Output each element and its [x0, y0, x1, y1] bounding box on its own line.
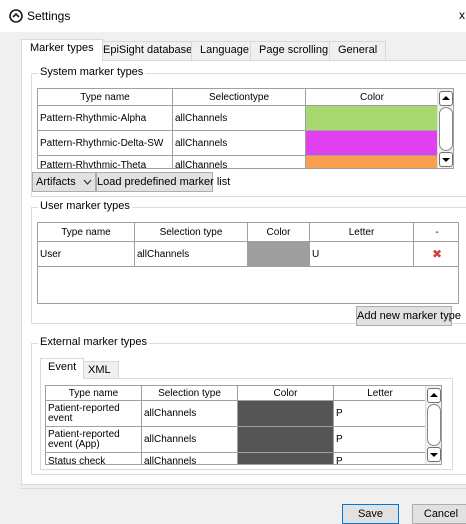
external-marker-types-label: External marker types [38, 336, 149, 348]
color-cell[interactable] [306, 156, 439, 168]
external-marker-table: Type name Selection type Color Letter Pa… [45, 385, 442, 465]
letter-cell[interactable]: P [334, 453, 427, 464]
table-row[interactable]: Patient-reported event allChannels P [46, 401, 427, 427]
type-name-cell[interactable]: Pattern-Rhythmic-Delta-SW [38, 131, 173, 156]
scroll-thumb[interactable] [427, 404, 441, 446]
selection-type-cell[interactable]: allChannels [142, 453, 238, 464]
type-name-cell[interactable]: User [38, 242, 135, 267]
chevron-up-icon [442, 96, 450, 100]
load-predefined-button[interactable]: Load predefined marker list [96, 172, 230, 192]
subtab-xml[interactable]: XML [80, 361, 119, 379]
scroll-up-button[interactable] [439, 91, 453, 106]
selection-type-cell[interactable]: allChannels [173, 106, 306, 131]
table-row[interactable]: Pattern-Rhythmic-Alpha allChannels [38, 106, 439, 131]
external-table-scrollbar[interactable] [425, 386, 441, 464]
type-name-cell[interactable]: Status check [46, 453, 142, 464]
column-header-letter[interactable]: Letter [334, 386, 427, 401]
scroll-thumb[interactable] [439, 107, 453, 151]
add-new-marker-type-button[interactable]: Add new marker type [356, 306, 461, 326]
type-name-cell[interactable]: Pattern-Rhythmic-Alpha [38, 106, 173, 131]
system-table-scrollbar[interactable] [437, 89, 453, 168]
type-name-cell[interactable]: Patient-reported event (App) [46, 427, 142, 453]
selection-type-cell[interactable]: allChannels [142, 401, 238, 427]
column-header-type-name[interactable]: Type name [38, 223, 135, 242]
tab-episight-database[interactable]: EpiSight database [94, 41, 202, 60]
type-name-cell[interactable]: Pattern-Rhythmic-Theta [38, 156, 173, 168]
chevron-down-icon [430, 453, 438, 457]
delete-icon[interactable]: ✖ [414, 242, 458, 267]
column-header-color[interactable]: Color [306, 89, 439, 106]
selection-type-cell[interactable]: allChannels [135, 242, 248, 267]
table-header-row: Type name Selectiontype Color [38, 89, 439, 106]
color-cell[interactable] [238, 427, 334, 453]
column-header-type-name[interactable]: Type name [46, 386, 142, 401]
settings-app-icon [9, 9, 23, 23]
chevron-up-icon [430, 393, 438, 397]
tab-marker-types[interactable]: Marker types [21, 39, 103, 61]
table-header-row: Type name Selection type Color Letter [46, 386, 427, 401]
column-header-delete[interactable]: - [414, 223, 458, 242]
chevron-down-icon [442, 158, 450, 162]
subtab-event[interactable]: Event [40, 358, 85, 379]
close-icon[interactable]: x [459, 8, 465, 22]
column-header-selection-type[interactable]: Selectiontype [173, 89, 306, 106]
window-title: Settings [27, 9, 71, 23]
type-name-cell[interactable]: Patient-reported event [46, 401, 142, 427]
save-button[interactable]: Save [342, 504, 399, 524]
table-row[interactable]: Status check allChannels P [46, 453, 427, 464]
scroll-up-button[interactable] [427, 388, 441, 403]
color-cell[interactable] [238, 453, 334, 464]
selection-type-cell[interactable]: allChannels [142, 427, 238, 453]
table-header-row: Type name Selection type Color Letter - [38, 223, 458, 242]
selection-type-cell[interactable]: allChannels [173, 156, 306, 168]
scroll-down-button[interactable] [427, 447, 441, 462]
letter-cell[interactable]: P [334, 401, 427, 427]
column-header-color[interactable]: Color [238, 386, 334, 401]
table-row[interactable]: Patient-reported event (App) allChannels… [46, 427, 427, 453]
tab-page-scrolling[interactable]: Page scrolling [250, 41, 338, 60]
chevron-down-icon [83, 179, 92, 185]
column-header-type-name[interactable]: Type name [38, 89, 173, 106]
marker-category-dropdown[interactable]: Artifacts [32, 172, 96, 192]
table-row[interactable]: User allChannels U ✖ [38, 242, 458, 267]
column-header-selection-type[interactable]: Selection type [142, 386, 238, 401]
scroll-down-button[interactable] [439, 152, 453, 167]
color-cell[interactable] [306, 106, 439, 131]
dropdown-value: Artifacts [36, 176, 76, 188]
title-bar: Settings x [0, 0, 466, 32]
user-marker-table: Type name Selection type Color Letter - … [37, 222, 459, 304]
letter-cell[interactable]: P [334, 427, 427, 453]
column-header-selection-type[interactable]: Selection type [135, 223, 248, 242]
tab-general[interactable]: General [329, 41, 387, 60]
table-row[interactable]: Pattern-Rhythmic-Theta allChannels [38, 156, 439, 168]
selection-type-cell[interactable]: allChannels [173, 131, 306, 156]
user-marker-types-label: User marker types [38, 200, 132, 212]
column-header-letter[interactable]: Letter [310, 223, 414, 242]
system-marker-types-label: System marker types [38, 66, 146, 78]
cancel-button[interactable]: Cancel [412, 504, 466, 524]
footer-divider [21, 488, 466, 489]
color-cell[interactable] [248, 242, 310, 267]
letter-cell[interactable]: U [310, 242, 414, 267]
tab-language[interactable]: Language [191, 41, 258, 60]
table-row[interactable]: Pattern-Rhythmic-Delta-SW allChannels [38, 131, 439, 156]
color-cell[interactable] [306, 131, 439, 156]
color-cell[interactable] [238, 401, 334, 427]
column-header-color[interactable]: Color [248, 223, 310, 242]
system-marker-table: Type name Selectiontype Color Pattern-Rh… [37, 88, 454, 169]
